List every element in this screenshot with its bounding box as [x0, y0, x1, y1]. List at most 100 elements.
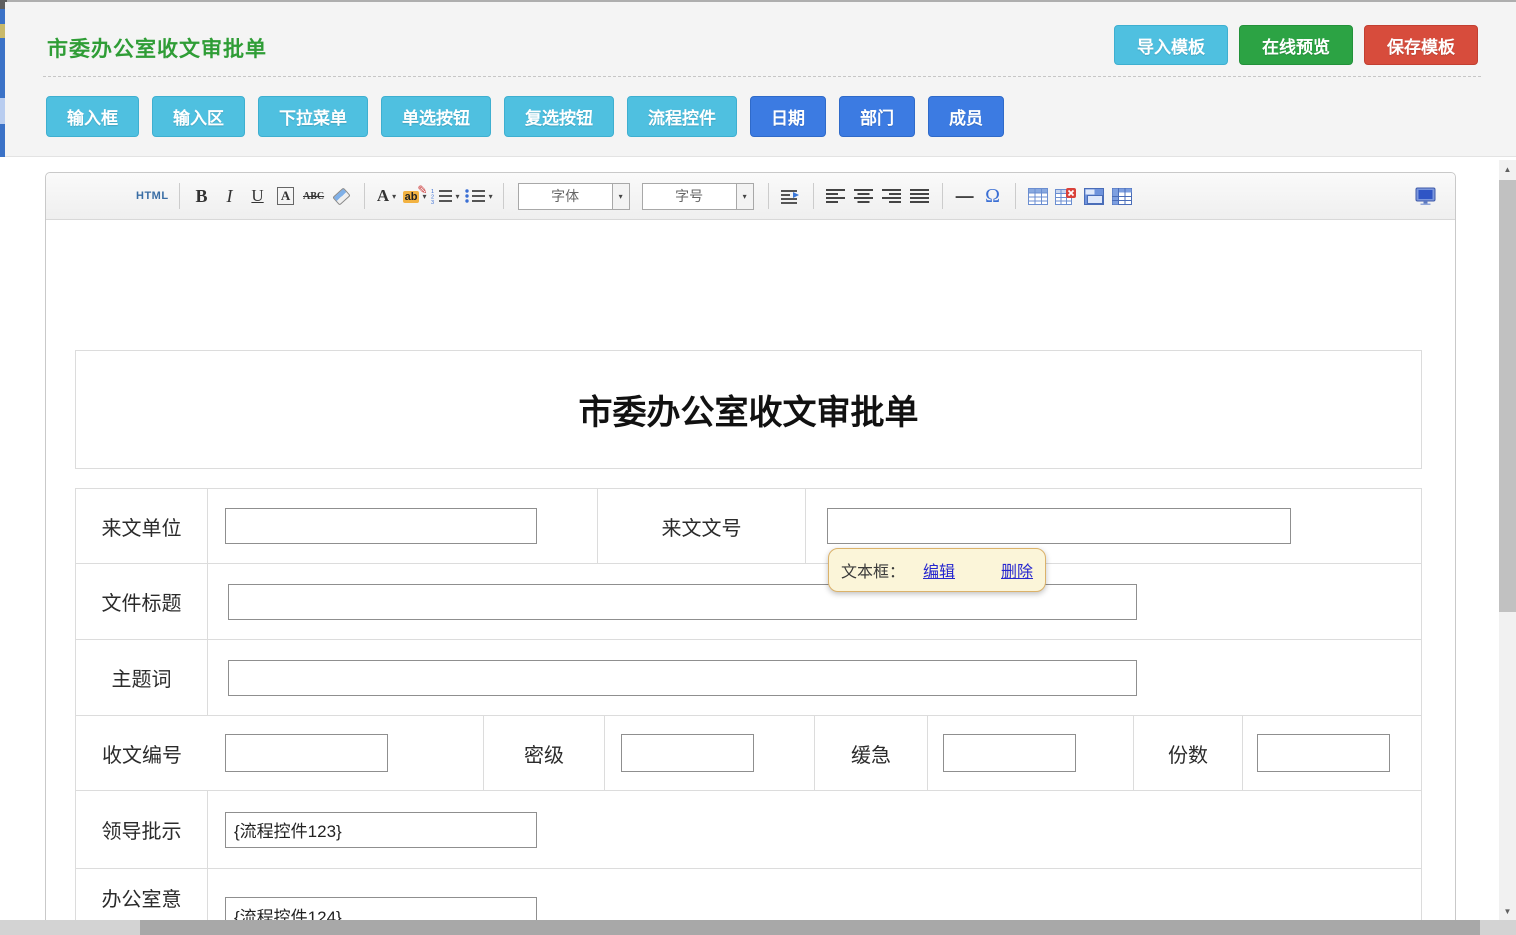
chevron-down-icon: ▾ — [392, 192, 396, 201]
unordered-list-button[interactable]: ▾ — [464, 181, 493, 211]
add-checkbox-button[interactable]: 复选按钮 — [504, 96, 614, 137]
table-cell — [208, 640, 1421, 715]
font-color-button[interactable]: A ▾ — [375, 181, 399, 211]
add-textarea-button[interactable]: 输入区 — [152, 96, 245, 137]
add-date-button[interactable]: 日期 — [750, 96, 826, 137]
toolbar-separator — [503, 183, 504, 209]
toolbar-separator — [364, 183, 365, 209]
horizontal-scrollbar[interactable] — [0, 920, 1516, 935]
strikethrough-button[interactable]: ABC — [302, 181, 326, 211]
leader-note-input[interactable] — [225, 812, 537, 848]
align-center-icon — [854, 189, 874, 203]
ordered-list-button[interactable]: 1 2 3 ▾ — [431, 181, 460, 211]
highlight-button[interactable]: ab✎ ▾ — [403, 181, 427, 211]
secrecy-input[interactable] — [621, 734, 754, 772]
doc-number-label: 来文文号 — [598, 489, 806, 563]
insert-table-button[interactable] — [1026, 181, 1050, 211]
secrecy-label: 密级 — [484, 716, 605, 790]
font-size-value: 字号 — [643, 184, 736, 209]
chevron-down-icon: ▾ — [489, 192, 493, 201]
split-cells-button[interactable] — [1110, 181, 1134, 211]
split-cells-icon — [1112, 188, 1132, 205]
save-template-button[interactable]: 保存模板 — [1364, 25, 1478, 65]
vertical-scrollbar[interactable]: ▲ ▼ — [1499, 160, 1516, 920]
keywords-input[interactable] — [228, 660, 1137, 696]
scroll-down-arrow[interactable]: ▼ — [1499, 902, 1516, 920]
doc-number-input[interactable] — [827, 508, 1291, 544]
copies-input[interactable] — [1257, 734, 1390, 772]
align-right-icon — [882, 189, 902, 203]
chevron-down-icon[interactable]: ▾ — [736, 184, 753, 209]
align-left-icon — [826, 189, 846, 203]
toolbar-separator — [813, 183, 814, 209]
import-template-button[interactable]: 导入模板 — [1114, 25, 1228, 65]
align-right-button[interactable] — [880, 181, 904, 211]
eraser-icon — [332, 187, 351, 205]
indent-icon — [781, 189, 800, 204]
cell-properties-button[interactable] — [1082, 181, 1106, 211]
font-family-value: 字体 — [519, 184, 612, 209]
receipt-no-label: 收文编号 — [76, 716, 208, 790]
align-center-button[interactable] — [852, 181, 876, 211]
indent-button[interactable] — [779, 181, 803, 211]
vertical-scrollbar-thumb[interactable] — [1499, 180, 1516, 612]
scroll-up-arrow[interactable]: ▲ — [1499, 160, 1516, 178]
online-preview-button[interactable]: 在线预览 — [1239, 25, 1353, 65]
align-left-button[interactable] — [824, 181, 848, 211]
table-cell — [208, 791, 1421, 868]
table-cell — [208, 489, 598, 563]
delete-field-link[interactable]: 删除 — [1001, 558, 1033, 582]
delete-table-button[interactable] — [1054, 181, 1078, 211]
bold-button[interactable]: B — [190, 181, 214, 211]
ordered-list-icon: 1 2 3 — [431, 188, 453, 204]
add-input-box-button[interactable]: 输入框 — [46, 96, 139, 137]
document-title-box: 市委办公室收文审批单 — [75, 350, 1422, 469]
font-size-select[interactable]: 字号 ▾ — [642, 183, 754, 210]
special-char-button[interactable]: Ω — [981, 181, 1005, 211]
edit-field-link[interactable]: 编辑 — [923, 558, 955, 582]
horizontal-scrollbar-thumb[interactable] — [140, 920, 1480, 935]
field-hover-tooltip: 文本框： 编辑 删除 — [828, 548, 1046, 592]
add-department-button[interactable]: 部门 — [839, 96, 915, 137]
source-unit-label: 来文单位 — [76, 489, 208, 563]
font-color-icon: A — [377, 186, 389, 206]
source-unit-input[interactable] — [225, 508, 537, 544]
table-cell — [208, 564, 1421, 639]
receipt-no-input[interactable] — [225, 734, 388, 772]
pencil-icon: ✎ — [417, 183, 427, 197]
toolbar-separator — [942, 183, 943, 209]
source-code-button[interactable]: HTML — [136, 181, 169, 211]
add-radio-button[interactable]: 单选按钮 — [381, 96, 491, 137]
table-row: 主题词 — [76, 640, 1421, 716]
keywords-label: 主题词 — [76, 640, 208, 715]
cell-properties-icon — [1084, 188, 1104, 205]
doc-title-label: 文件标题 — [76, 564, 208, 639]
toolbar-separator — [1015, 183, 1016, 209]
tooltip-field-type: 文本框： — [841, 558, 905, 582]
table-cell — [605, 716, 815, 790]
add-dropdown-button[interactable]: 下拉菜单 — [258, 96, 368, 137]
urgency-label: 缓急 — [815, 716, 928, 790]
urgency-input[interactable] — [943, 734, 1076, 772]
toolbar-separator — [768, 183, 769, 209]
table-row: 文件标题 — [76, 564, 1421, 640]
underline-button[interactable]: U — [246, 181, 270, 211]
remove-format-button[interactable] — [330, 181, 354, 211]
add-process-control-button[interactable]: 流程控件 — [627, 96, 737, 137]
toolbar-separator — [179, 183, 180, 209]
table-cell — [1243, 716, 1421, 790]
monitor-icon — [1415, 187, 1436, 205]
svg-text:3: 3 — [431, 200, 434, 204]
horizontal-rule-button[interactable]: — — [953, 181, 977, 211]
font-family-select[interactable]: 字体 ▾ — [518, 183, 630, 210]
page-header: 市委办公室收文审批单 导入模板 在线预览 保存模板 输入框 输入区 下拉菜单 单… — [5, 2, 1516, 157]
italic-button[interactable]: I — [218, 181, 242, 211]
inline-style-icon[interactable]: A — [277, 187, 294, 205]
add-member-button[interactable]: 成员 — [928, 96, 1004, 137]
table-cell — [928, 716, 1134, 790]
align-justify-button[interactable] — [908, 181, 932, 211]
fullscreen-button[interactable] — [1413, 181, 1437, 211]
table-row: 来文单位 来文文号 — [76, 489, 1421, 564]
header-divider — [43, 76, 1481, 77]
chevron-down-icon[interactable]: ▾ — [612, 184, 629, 209]
